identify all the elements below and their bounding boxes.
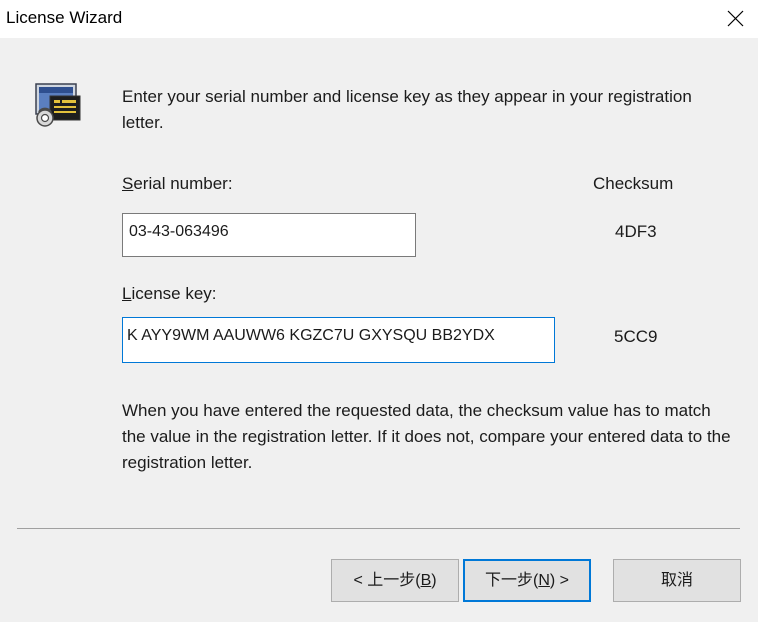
next-button[interactable]: 下一步(N) > xyxy=(463,559,591,602)
back-button-prefix: < 上一步( xyxy=(353,572,421,589)
intro-text: Enter your serial number and license key… xyxy=(122,87,692,132)
cancel-button[interactable]: 取消 xyxy=(613,559,741,602)
license-checksum-value: 5CC9 xyxy=(614,327,658,346)
serial-checksum-value: 4DF3 xyxy=(615,222,657,241)
back-button-mnemonic: B xyxy=(420,572,432,589)
close-button[interactable] xyxy=(712,0,758,38)
license-wizard-window: License Wizard Enter your serial number … xyxy=(0,0,758,622)
license-key-input[interactable]: K AYY9WM AAUWW6 KGZC7U GXYSQU BB2YDX xyxy=(122,317,555,363)
next-button-mnemonic: N xyxy=(538,572,550,589)
wizard-content: Enter your serial number and license key… xyxy=(0,38,758,622)
checksum-header: Checksum xyxy=(593,174,674,193)
window-title: License Wizard xyxy=(6,8,123,27)
license-key-label: License key: xyxy=(122,284,217,304)
license-key-label-rest: icense key: xyxy=(131,284,217,303)
serial-number-label-rest: erial number: xyxy=(133,174,233,193)
close-icon xyxy=(727,10,744,27)
help-text: When you have entered the requested data… xyxy=(122,401,731,472)
separator xyxy=(17,528,740,529)
back-button[interactable]: < 上一步(B) xyxy=(331,559,459,602)
back-button-suffix: ) xyxy=(431,572,437,589)
next-button-prefix: 下一步( xyxy=(484,572,539,589)
title-bar: License Wizard xyxy=(0,0,758,38)
serial-number-label: Serial number: xyxy=(122,174,233,194)
next-button-suffix: ) > xyxy=(549,572,570,589)
serial-number-mnemonic: S xyxy=(122,174,134,193)
license-computer-key-icon xyxy=(35,83,81,127)
serial-number-input[interactable]: 03-43-063496 xyxy=(122,213,416,257)
